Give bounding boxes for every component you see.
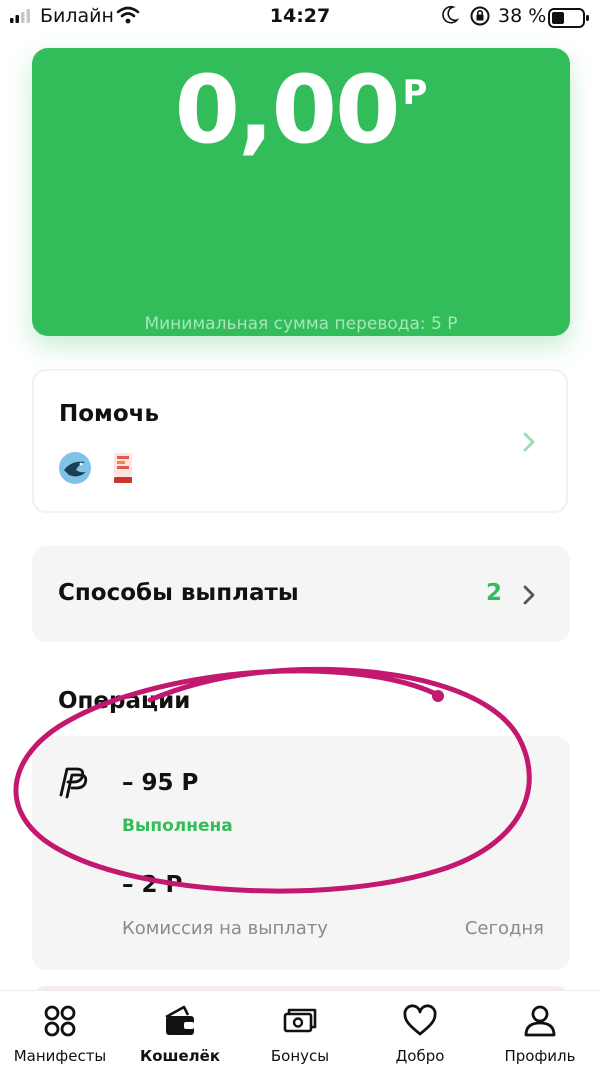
- tab-label: Бонусы: [270, 1047, 330, 1065]
- operation-amount: – 95 Р: [122, 770, 199, 796]
- heart-icon: [403, 1004, 437, 1036]
- balance-amount: 0,00 Р: [32, 56, 570, 165]
- tab-bar: Манифесты Кошелёк Бонусы Добро Профиль: [0, 990, 600, 1067]
- operations-title: Операции: [58, 688, 191, 714]
- bird-logo-icon: [59, 452, 91, 484]
- rotation-lock-icon: [470, 6, 490, 26]
- paypal-icon: [59, 767, 88, 799]
- battery-icon: [548, 8, 589, 28]
- status-bar: Билайн 14:27 38 %: [0, 0, 600, 34]
- operation-date: Сегодня: [464, 918, 544, 939]
- payout-methods-label: Способы выплаты: [58, 580, 299, 606]
- min-transfer-text: Минимальная сумма перевода: 5 Р: [144, 314, 458, 334]
- operation-status: Выполнена: [122, 816, 233, 836]
- tab-manifests[interactable]: Манифесты: [0, 991, 120, 1067]
- tab-label: Кошелёк: [139, 1047, 220, 1065]
- profile-icon: [524, 1005, 556, 1037]
- tab-label: Манифесты: [13, 1047, 107, 1065]
- balance-value: 0,00: [174, 56, 401, 165]
- wallet-icon: [165, 1005, 194, 1035]
- operations-list: – 95 Р Выполнена – 2 Р Комиссия на выпла…: [32, 736, 570, 970]
- help-title: Помочь: [59, 401, 159, 427]
- chevron-right-icon: [523, 585, 535, 605]
- tab-bonuses[interactable]: Бонусы: [240, 991, 360, 1067]
- moon-icon: [442, 5, 459, 24]
- tab-wallet[interactable]: Кошелёк: [120, 991, 240, 1067]
- tab-profile[interactable]: Профиль: [480, 991, 600, 1067]
- charity-logo-icon: [114, 453, 132, 483]
- balance-card: 0,00 Р Минимальная сумма перевода: 5 Р: [32, 48, 570, 336]
- tab-label: Профиль: [504, 1047, 576, 1065]
- tab-charity[interactable]: Добро: [360, 991, 480, 1067]
- payout-methods-row[interactable]: Способы выплаты 2: [32, 546, 570, 642]
- balance-currency: Р: [402, 73, 428, 113]
- battery-percent: 38 %: [498, 5, 547, 27]
- help-card[interactable]: Помочь: [32, 369, 568, 513]
- payout-methods-count: 2: [485, 580, 502, 606]
- grid-circles-icon: [44, 1005, 76, 1037]
- operation-description: Комиссия на выплату: [122, 918, 328, 939]
- banknotes-icon: [283, 1008, 317, 1033]
- tab-label: Добро: [395, 1047, 445, 1065]
- chevron-right-icon: [523, 432, 535, 452]
- operation-amount: – 2 Р: [122, 872, 183, 898]
